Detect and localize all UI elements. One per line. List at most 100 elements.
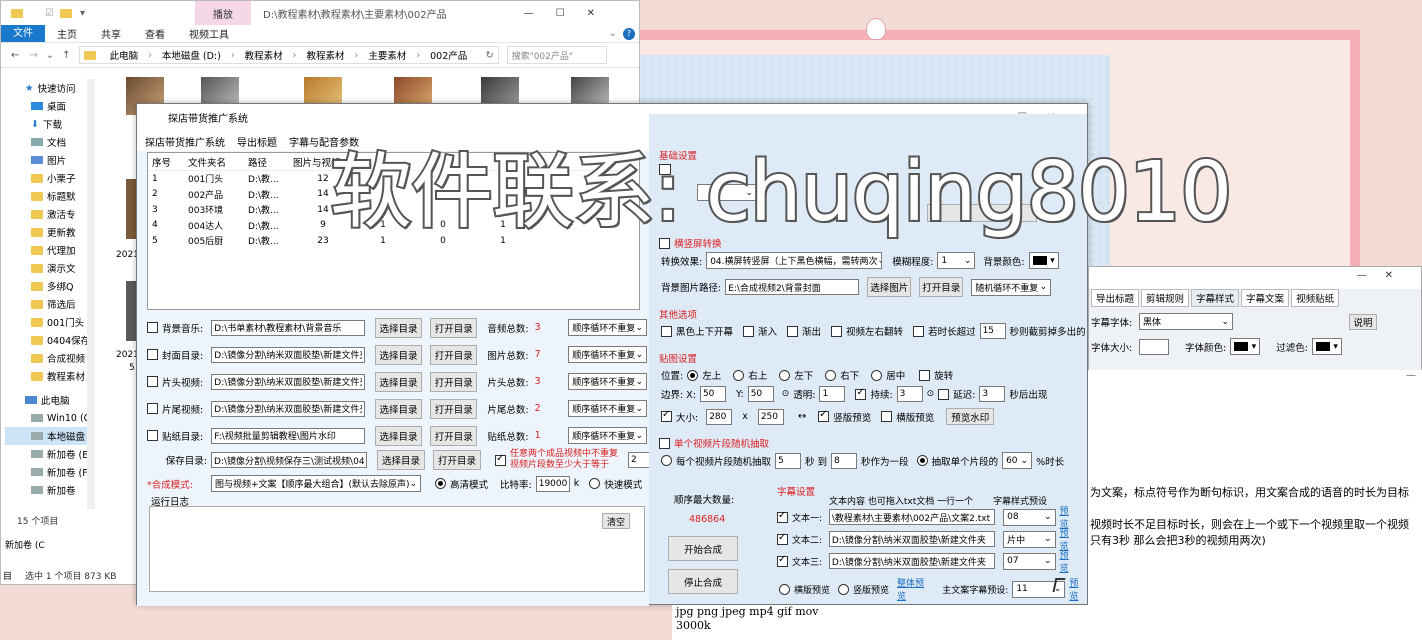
tab-video-tools[interactable]: 视频工具 — [177, 26, 241, 41]
option-checkbox[interactable] — [787, 325, 799, 337]
extract-select[interactable]: 60 ⌄ — [1002, 452, 1033, 469]
size-height-input[interactable] — [757, 408, 784, 425]
random-clip-checkbox[interactable] — [659, 437, 670, 449]
vpreview-radio[interactable] — [838, 583, 850, 595]
dir-mode-select[interactable]: 顺序循环不重复 ⌄ — [568, 346, 648, 363]
margin-y-input[interactable] — [747, 386, 774, 402]
tree-item[interactable]: 桌面 — [5, 97, 93, 115]
tree-item[interactable]: 教程素材 — [5, 367, 93, 385]
clip-from-input[interactable] — [775, 452, 802, 469]
tree-item[interactable]: 图片 — [5, 151, 93, 169]
filter-color-picker[interactable]: ▾ — [1311, 338, 1342, 355]
explain-button[interactable]: 说明 — [1349, 313, 1377, 330]
tab-subtitle-text[interactable]: 字幕文案 — [1241, 289, 1290, 307]
font-size-input[interactable] — [1139, 338, 1169, 355]
breadcrumb-item[interactable]: 教程素材 — [245, 48, 283, 62]
rotate-checkbox[interactable] — [919, 369, 931, 381]
search-input[interactable]: 搜索"002产品" — [506, 46, 607, 64]
dir-mode-select[interactable]: 顺序循环不重复 ⌄ — [568, 400, 648, 417]
alpha-input[interactable] — [819, 386, 846, 402]
landscape-preview-checkbox[interactable] — [881, 411, 893, 422]
select-dir-button[interactable]: 选择目录 — [374, 371, 423, 392]
portrait-preview-checkbox[interactable] — [818, 409, 830, 422]
tree-item[interactable]: 多绑Q — [5, 277, 93, 295]
text-style-select[interactable]: 片中 ⌄ — [1003, 530, 1056, 548]
tree-item[interactable]: 001门头 — [5, 313, 93, 331]
open-dir-button[interactable]: 打开目录 — [430, 398, 478, 419]
tab-home[interactable]: 主页 — [45, 26, 89, 41]
menu-item[interactable]: 导出标题 — [237, 134, 277, 149]
tree-item[interactable]: 文档 — [5, 133, 93, 151]
font-select[interactable]: 黑体 ⌄ — [1139, 313, 1233, 330]
tab-edit-rules[interactable]: 剪辑规则 — [1141, 289, 1190, 307]
position-radio[interactable] — [825, 369, 837, 381]
tree-item[interactable]: Win10 (C — [5, 409, 93, 427]
scrollbar[interactable] — [87, 79, 95, 509]
clip-to-input[interactable] — [831, 452, 858, 469]
dir-mode-select[interactable]: 顺序循环不重复 ⌄ — [568, 319, 648, 336]
menu-item[interactable]: 探店带货推广系统 — [145, 134, 225, 149]
open-dir-button[interactable]: 打开目录 — [919, 277, 964, 297]
refresh-icon[interactable]: ↻ — [486, 50, 494, 61]
fast-radio[interactable] — [589, 478, 601, 489]
dir-path-input[interactable] — [211, 319, 365, 336]
main-preview-link[interactable]: 预览 — [1069, 576, 1087, 602]
dir-checkbox[interactable] — [147, 403, 158, 414]
option-checkbox[interactable] — [743, 325, 755, 337]
persist-checkbox[interactable] — [855, 387, 867, 400]
bgimg-input[interactable] — [725, 279, 860, 295]
save-path-input[interactable] — [211, 452, 367, 468]
tree-item[interactable]: 激活专 — [5, 205, 93, 223]
tree-item[interactable]: 本地磁盘 — [5, 427, 93, 445]
tree-item[interactable]: 更新教 — [5, 223, 93, 241]
tree-item[interactable]: 此电脑 — [5, 391, 93, 409]
tab-file[interactable]: 文件 — [1, 25, 45, 42]
dir-path-input[interactable] — [211, 427, 365, 444]
preview-watermark-button[interactable]: 预览水印 — [946, 408, 995, 425]
preview-link[interactable]: 预览 — [1060, 548, 1077, 574]
open-dir-button[interactable]: 打开目录 — [430, 344, 478, 365]
dir-path-input[interactable] — [211, 346, 365, 363]
option-checkbox[interactable] — [661, 325, 672, 337]
size-width-input[interactable] — [706, 408, 733, 425]
delay-checkbox[interactable] — [938, 388, 950, 400]
dup-checkbox[interactable] — [495, 453, 506, 466]
convert-select[interactable]: 04.横屏转竖屏（上下黑色横幅，需转两次⌄ — [706, 252, 883, 269]
tree-item-partial[interactable]: 新加卷 (C — [5, 538, 45, 551]
tree-item[interactable]: ★ 快速访问 — [5, 79, 93, 97]
tree-item[interactable]: 小栗子 — [5, 169, 93, 187]
breadcrumb-item[interactable]: 教程素材 — [306, 48, 344, 62]
mode-select[interactable]: 图与视频+文案【顺序最大组合】(默认去除原声) ⌄ — [211, 475, 421, 492]
font-color-picker[interactable]: ▾ — [1230, 338, 1261, 355]
dir-mode-select[interactable]: 顺序循环不重复 ⌄ — [568, 373, 648, 390]
back-icon[interactable]: ← — [11, 50, 19, 61]
up-icon[interactable]: ↑ — [62, 50, 70, 61]
tab-subtitle-style[interactable]: 字幕样式 — [1191, 289, 1240, 307]
overall-preview-link[interactable]: 整体预览 — [897, 576, 932, 602]
cut-input[interactable] — [979, 323, 1006, 339]
help-icon[interactable]: ? — [623, 27, 635, 40]
text-style-select[interactable]: 07 ⌄ — [1003, 552, 1056, 570]
breadcrumb-item[interactable]: 此电脑 — [110, 48, 139, 62]
dir-checkbox[interactable] — [147, 376, 158, 387]
text-path-input[interactable] — [828, 531, 996, 547]
delay-input[interactable] — [979, 386, 1006, 402]
option-checkbox[interactable] — [913, 325, 925, 337]
tree-item[interactable]: ⬇ 下载 — [5, 115, 93, 133]
extract-radio[interactable] — [916, 455, 928, 466]
window-controls[interactable]: —☐✕ — [524, 8, 617, 19]
margin-x-input[interactable] — [699, 386, 726, 402]
tree-item[interactable]: 代理加 — [5, 241, 93, 259]
select-dir-button[interactable]: 选择目录 — [374, 317, 423, 338]
dropdown-icon[interactable]: ▾ — [80, 8, 85, 19]
text-style-select[interactable]: 08 ⌄ — [1003, 508, 1056, 526]
bgcolor-picker[interactable]: ▾ — [1028, 252, 1059, 269]
choose-image-button[interactable]: 选择图片 — [867, 277, 912, 297]
tab-export-title[interactable]: 导出标题 — [1091, 289, 1140, 307]
breadcrumb-item[interactable]: 主要素材 — [368, 48, 406, 62]
tree-item[interactable]: 新加卷 (E — [5, 445, 93, 463]
chevron-down-icon[interactable]: ⌄ — [46, 50, 54, 61]
tree-item[interactable]: 标题默 — [5, 187, 93, 205]
breadcrumb-item[interactable]: 本地磁盘 (D:) — [162, 48, 221, 62]
text-path-input[interactable] — [828, 553, 996, 569]
